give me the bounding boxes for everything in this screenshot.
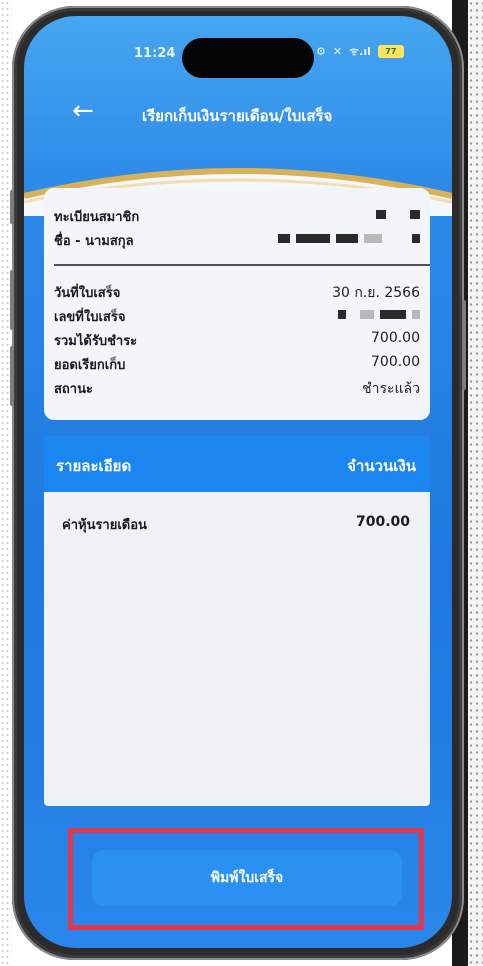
billed-value: 700.00 bbox=[371, 354, 420, 370]
receipt-date-value: 30 ก.ย. 2566 bbox=[332, 285, 420, 301]
details-column-amount: จำนวนเงิน bbox=[347, 457, 416, 475]
details-panel: รายละเอียด จำนวนเงิน ค่าหุ้นรายเดือน 700… bbox=[44, 436, 430, 806]
list-item: ค่าหุ้นรายเดือน 700.00 bbox=[44, 514, 430, 538]
print-receipt-button[interactable]: พิมพ์ใบเสร็จ bbox=[92, 850, 402, 906]
phone-power-button bbox=[462, 300, 466, 390]
divider bbox=[54, 264, 430, 266]
page-title: เรียกเก็บเงินรายเดือน/ใบเสร็จ bbox=[142, 107, 333, 125]
status-label: สถานะ bbox=[54, 382, 93, 397]
total-received-label: รวมได้รับชำระ bbox=[54, 334, 138, 349]
receipt-info-card: ทะเบียนสมาชิก ชื่อ - นามสกุล วันที่ใบเสร… bbox=[44, 188, 430, 420]
phone-volume-up bbox=[10, 270, 14, 330]
receipt-date-label: วันที่ใบเสร็จ bbox=[54, 286, 121, 301]
status-icons: ⚙ ✕ ᯤ.ıl 77 bbox=[316, 44, 404, 59]
name-row: ชื่อ - นามสกุล bbox=[44, 230, 430, 254]
name-label: ชื่อ - นามสกุล bbox=[54, 234, 134, 249]
receipt-date-row: วันที่ใบเสร็จ 30 ก.ย. 2566 bbox=[44, 282, 430, 306]
status-row: สถานะ ชำระแล้ว bbox=[44, 378, 430, 402]
billed-label: ยอดเรียกเก็บ bbox=[54, 358, 126, 373]
receipt-number-row: เลขที่ใบเสร็จ bbox=[44, 306, 430, 330]
app-screen: 11:24 ⚙ ✕ ᯤ.ıl 77 ← เรียกเก็บเงินรายเดือ… bbox=[24, 16, 452, 948]
detail-item-label: ค่าหุ้นรายเดือน bbox=[62, 518, 147, 533]
arrow-left-icon: ← bbox=[72, 96, 94, 126]
mute-status-icon: ✕ bbox=[332, 45, 343, 58]
battery-icon: 77 bbox=[377, 45, 404, 58]
billed-row: ยอดเรียกเก็บ 700.00 bbox=[44, 354, 430, 378]
dynamic-island bbox=[182, 38, 314, 78]
signal-icon: ᯤ.ıl bbox=[349, 45, 371, 58]
left-background-texture bbox=[0, 0, 12, 966]
status-value: ชำระแล้ว bbox=[362, 381, 420, 397]
back-button[interactable]: ← bbox=[72, 96, 106, 130]
status-time: 11:24 bbox=[134, 46, 176, 61]
background-texture bbox=[468, 0, 483, 966]
phone-volume-down bbox=[10, 346, 14, 406]
phone-action-button bbox=[10, 190, 14, 224]
details-header: รายละเอียด จำนวนเงิน bbox=[44, 436, 430, 492]
registration-row: ทะเบียนสมาชิก bbox=[44, 206, 430, 230]
registration-value-redacted bbox=[370, 206, 420, 222]
details-column-item: รายละเอียด bbox=[56, 457, 132, 475]
total-received-row: รวมได้รับชำระ 700.00 bbox=[44, 330, 430, 354]
detail-item-amount: 700.00 bbox=[355, 514, 410, 530]
total-received-value: 700.00 bbox=[371, 330, 420, 346]
registration-label: ทะเบียนสมาชิก bbox=[54, 210, 140, 225]
receipt-number-label: เลขที่ใบเสร็จ bbox=[54, 310, 126, 325]
receipt-number-redacted bbox=[332, 306, 420, 322]
settings-status-icon: ⚙ bbox=[316, 45, 326, 58]
name-value-redacted bbox=[272, 230, 420, 246]
